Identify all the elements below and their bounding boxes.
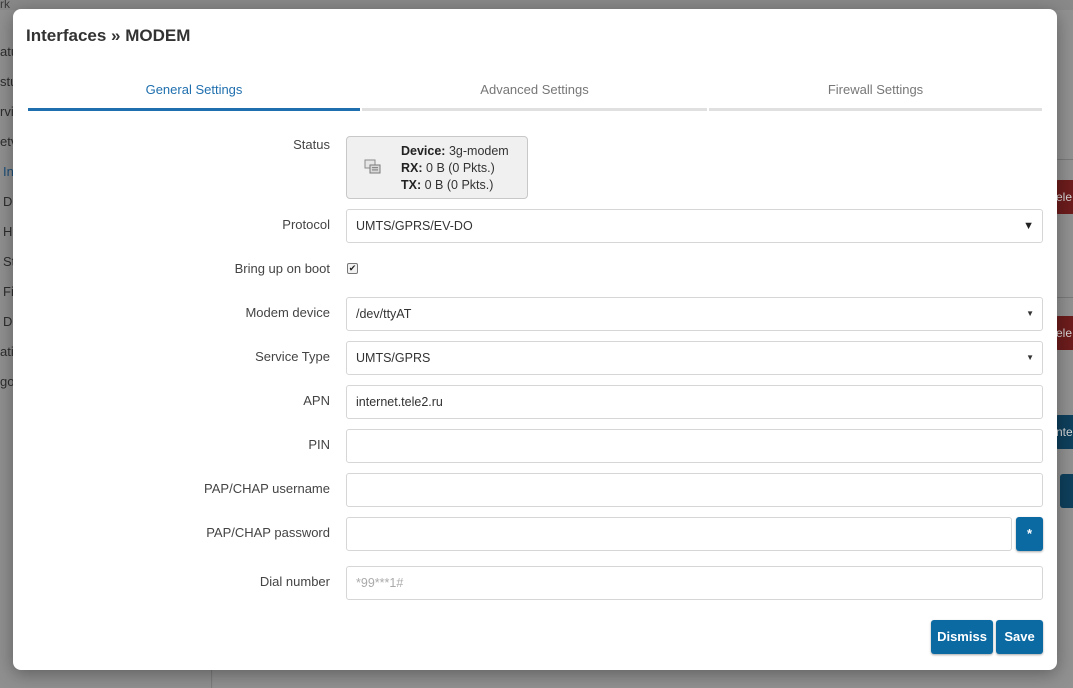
save-button[interactable]: Save [996,620,1043,654]
reveal-password-button[interactable]: * [1016,517,1043,551]
tab-general-settings[interactable]: General Settings [28,77,360,111]
chevron-down-icon: ▼ [1026,353,1034,362]
apn-input[interactable] [346,385,1043,419]
status-rx-line: RX: 0 B (0 Pkts.) [401,160,509,177]
tab-bar: General Settings Advanced Settings Firew… [28,77,1042,111]
status-rx-key: RX: [401,161,423,175]
pin-input[interactable] [346,429,1043,463]
bg-sidebar-item: H [3,224,13,239]
pap-username-input[interactable] [346,473,1043,507]
chevron-down-icon: ▼ [1026,309,1034,318]
pap-password-input[interactable] [346,517,1012,551]
bg-sidebar-item: rvi [0,104,14,119]
pap-username-label: PAP/CHAP username [204,481,330,496]
protocol-value: UMTS/GPRS/EV-DO [356,219,473,233]
status-device-value: 3g-modem [448,144,509,158]
bg-delete-button: ele [1055,180,1073,214]
status-tx-value: 0 B (0 Pkts.) [424,178,494,192]
status-label: Status [293,137,330,152]
pap-password-label: PAP/CHAP password [206,525,330,540]
status-rx-value: 0 B (0 Pkts.) [426,161,495,175]
bring-up-label: Bring up on boot [234,261,330,276]
modal-title: Interfaces » MODEM [26,26,191,45]
service-type-label: Service Type [255,349,330,364]
pin-label: PIN [308,437,330,452]
status-device-key: Device: [401,144,446,158]
protocol-select[interactable]: UMTS/GPRS/EV-DO ▼ [346,209,1043,243]
status-details: Device: 3g-modem RX: 0 B (0 Pkts.) TX: 0… [401,143,509,194]
bg-sidebar-item: D [3,194,13,209]
protocol-label: Protocol [282,217,330,232]
dismiss-button[interactable]: Dismiss [931,620,993,654]
dial-number-label: Dial number [259,574,330,589]
interface-modal: Interfaces » MODEM General Settings Adva… [13,9,1057,670]
bring-up-checkbox[interactable]: ✔ [347,263,358,274]
bg-sidebar-item: ati [0,344,14,359]
tab-advanced-settings[interactable]: Advanced Settings [362,77,707,111]
apn-label: APN [303,393,330,408]
bg-button [1060,474,1073,508]
service-type-select[interactable]: UMTS/GPRS ▼ [346,341,1043,375]
network-interface-icon [364,159,381,174]
status-tx-line: TX: 0 B (0 Pkts.) [401,177,509,194]
chevron-down-icon: ▼ [1023,220,1034,232]
modem-device-select[interactable]: /dev/ttyAT ▼ [346,297,1043,331]
bg-sidebar-item: D [3,314,13,329]
status-box: Device: 3g-modem RX: 0 B (0 Pkts.) TX: 0… [346,136,528,199]
dial-number-input[interactable] [346,566,1043,600]
bg-delete-button: ele [1055,316,1073,350]
status-tx-key: TX: [401,178,422,192]
bg-interface-button: nte [1055,415,1073,449]
tab-firewall-settings[interactable]: Firewall Settings [709,77,1042,111]
status-device-line: Device: 3g-modem [401,143,509,160]
checkmark-icon: ✔ [348,263,357,273]
service-type-value: UMTS/GPRS [356,351,431,365]
modem-device-value: /dev/ttyAT [356,307,412,321]
modem-device-label: Modem device [245,305,330,320]
